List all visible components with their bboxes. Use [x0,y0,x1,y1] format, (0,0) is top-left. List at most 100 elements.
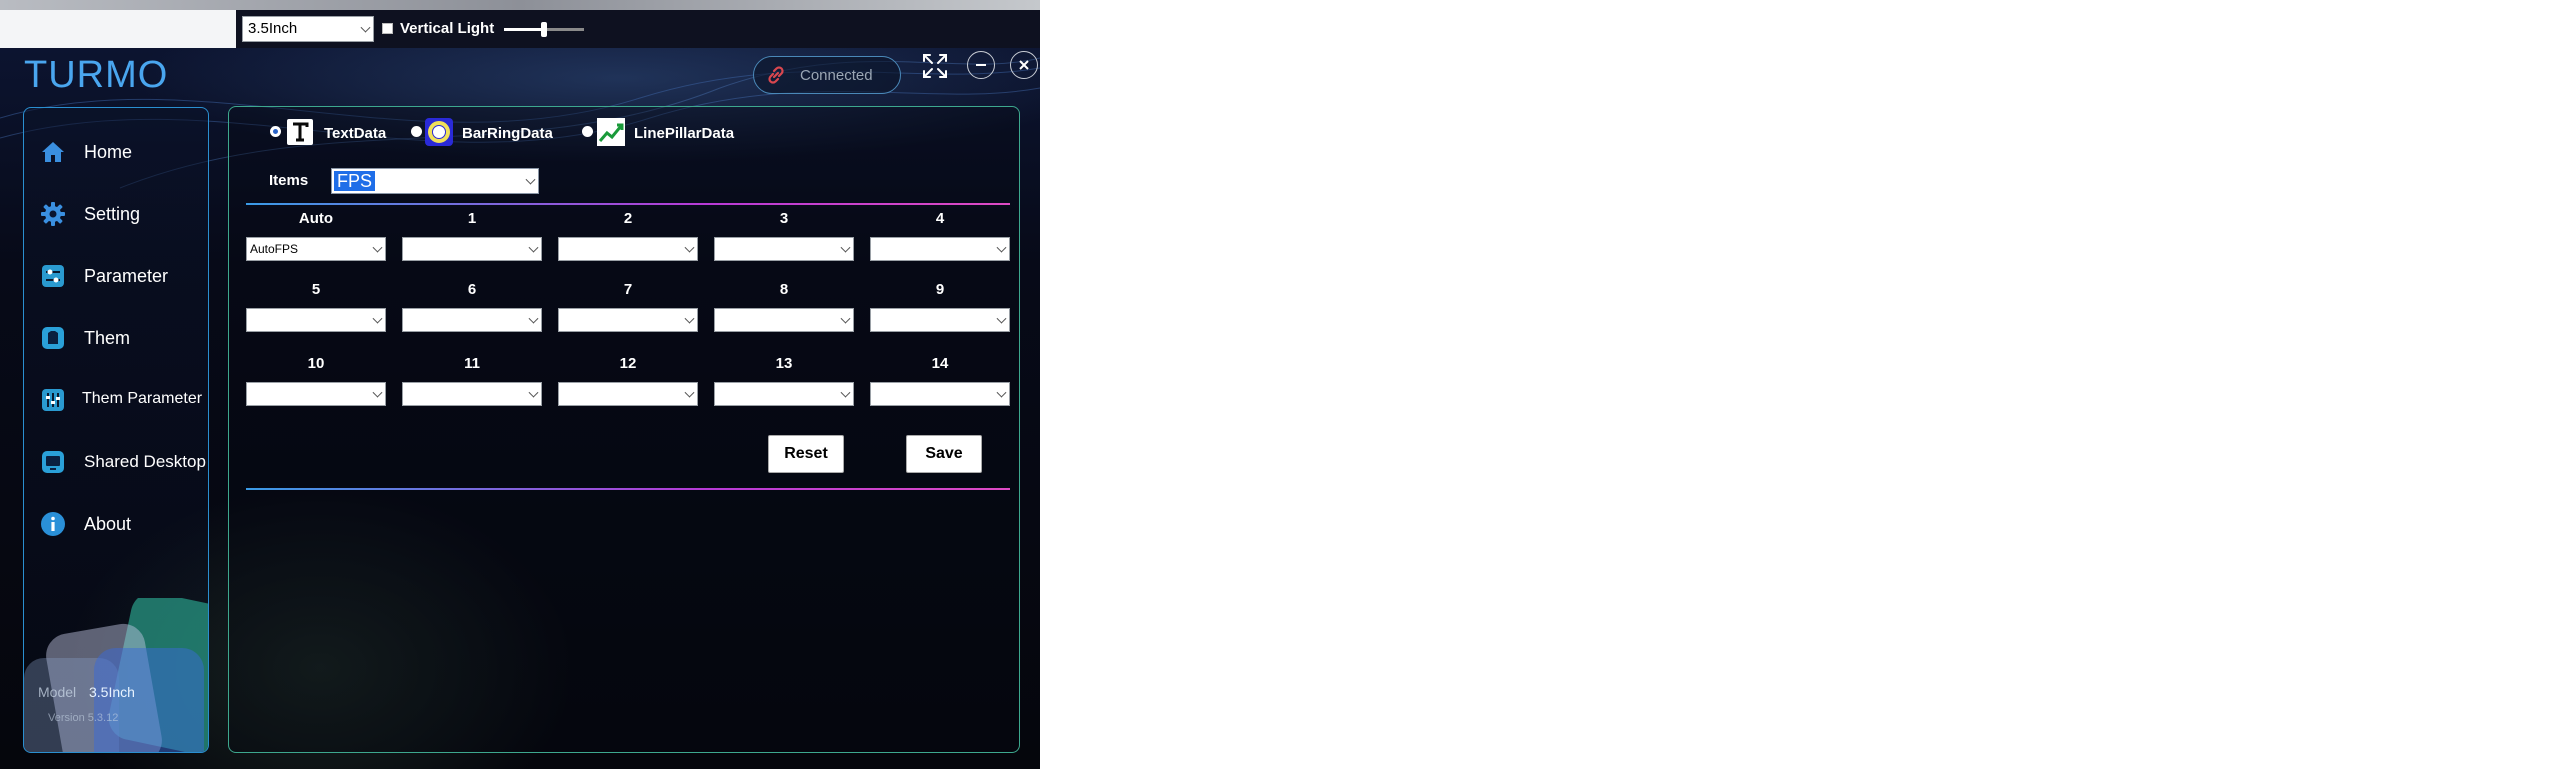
chevron-down-icon [996,242,1007,253]
slot-label: 3 [779,210,789,227]
gear-icon [41,202,65,226]
sidebar-item-label: Home [84,142,133,162]
equalizer-icon [42,389,64,411]
slot-label: 5 [311,281,321,298]
chevron-down-icon [996,313,1007,324]
bar-ring-icon [425,118,453,146]
top-divider [246,203,1010,205]
save-button[interactable]: Save [906,435,982,473]
minimize-button[interactable] [967,51,995,79]
monitor-icon [42,451,64,473]
sidebar-item-them-parameter[interactable]: Them Parameter [24,380,208,420]
items-select-value: FPS [334,171,376,191]
chevron-down-icon [528,313,539,324]
top-strip [0,0,1040,10]
slot-label: 2 [623,210,633,227]
sidebar-item-them[interactable]: Them [24,318,208,358]
theme-icon [42,327,64,349]
chevron-down-icon [684,242,695,253]
sidebar-item-shared-desktop[interactable]: Shared Desktop [24,442,208,482]
chevron-down-icon [840,242,851,253]
sidebar-item-label: Parameter [84,266,169,286]
slot-label: 4 [935,210,945,227]
slot-select[interactable] [246,308,386,332]
link-icon [768,66,784,84]
vertical-light-slider-fill [504,28,544,31]
slot-select-value: AutoFPS [250,242,299,256]
sidebar-item-about[interactable]: About [24,504,208,544]
slot-label: 13 [775,355,793,372]
chevron-down-icon [372,242,383,253]
slot-select[interactable] [714,237,854,261]
sidebar-item-parameter[interactable]: Parameter [24,256,208,296]
fullscreen-icon[interactable] [920,51,950,81]
sliders-icon [42,265,64,287]
minimize-icon [976,64,986,66]
slot-label: Auto [298,210,334,227]
chevron-down-icon [684,387,695,398]
slot-label: 7 [623,281,633,298]
chevron-down-icon [684,313,695,324]
chevron-down-icon [996,387,1007,398]
vertical-light-checkbox[interactable] [382,23,393,34]
tab-line-pillar-data-label[interactable]: LinePillarData [634,125,734,142]
app-window: TURMO Connected Home Setting Parameter T… [0,48,1040,769]
sidebar-decoration [24,598,208,752]
model-value: 3.5Inch [89,684,135,700]
chevron-down-icon [372,387,383,398]
slot-label: 12 [619,355,637,372]
chevron-down-icon [360,22,371,33]
close-icon [1019,60,1029,70]
slot-select[interactable] [558,237,698,261]
sidebar-item-setting[interactable]: Setting [24,194,208,234]
home-icon [42,142,64,162]
slot-select[interactable] [402,308,542,332]
chevron-down-icon [528,387,539,398]
app-logo: TURMO [24,54,169,96]
slot-select[interactable] [558,382,698,406]
tab-bar-ring-data-label[interactable]: BarRingData [462,125,553,142]
items-select[interactable]: FPS [331,168,539,194]
vertical-light-label: Vertical Light [400,20,495,37]
slot-select[interactable] [402,382,542,406]
sidebar-item-label: Them Parameter [82,390,203,407]
sidebar-item-home[interactable]: Home [24,132,208,172]
slot-select[interactable] [558,308,698,332]
slot-label: 1 [467,210,477,227]
slot-select[interactable]: AutoFPS [246,237,386,261]
version-text: Version 5.3.12 [48,712,119,724]
slot-label: 14 [931,355,949,372]
sidebar-item-label: About [84,514,132,534]
slot-select[interactable] [246,382,386,406]
radio-bar-ring-data[interactable] [411,126,422,137]
screen-size-value: 3.5Inch [248,20,298,37]
screen-size-select[interactable]: 3.5Inch [242,16,374,42]
desktop-gutter [0,10,236,48]
connection-status-button[interactable]: Connected [753,56,901,94]
slot-select[interactable] [870,237,1010,261]
slot-select[interactable] [870,308,1010,332]
tab-text-data-label[interactable]: TextData [324,125,386,142]
slot-select[interactable] [870,382,1010,406]
slot-label: 6 [467,281,477,298]
radio-line-pillar-data[interactable] [582,126,593,137]
sidebar-item-label: Shared Desktop [84,452,206,471]
slot-label: 8 [779,281,789,298]
close-button[interactable] [1010,51,1038,79]
slot-select[interactable] [402,237,542,261]
sidebar: Home Setting Parameter Them Them Paramet… [23,107,209,753]
slot-select[interactable] [714,308,854,332]
chevron-down-icon [840,387,851,398]
chevron-down-icon [528,242,539,253]
slot-select[interactable] [714,382,854,406]
vertical-light-slider-thumb[interactable] [541,22,547,37]
line-chart-icon [597,118,625,146]
reset-button[interactable]: Reset [768,435,844,473]
items-label: Items [269,172,309,189]
slot-label: 9 [935,281,945,298]
connection-status-label: Connected [800,67,873,84]
slot-label: 11 [464,355,480,372]
chevron-down-icon [840,313,851,324]
preview-toolbar: 3.5Inch Vertical Light [236,10,1040,48]
radio-text-data[interactable] [270,126,281,137]
